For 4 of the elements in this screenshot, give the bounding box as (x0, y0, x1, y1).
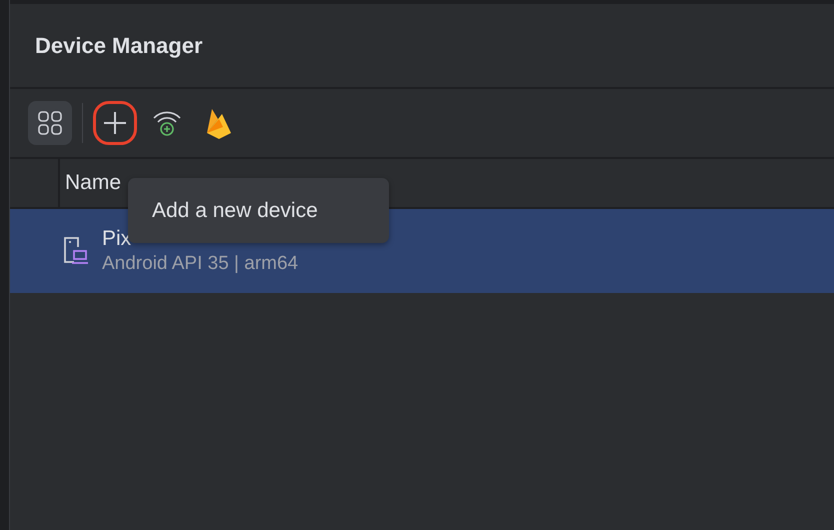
device-details: Android API 35 | arm64 (102, 253, 298, 275)
panel-title: Device Manager (35, 32, 203, 58)
device-name: Pix (102, 227, 132, 251)
column-header: Name (65, 171, 122, 195)
